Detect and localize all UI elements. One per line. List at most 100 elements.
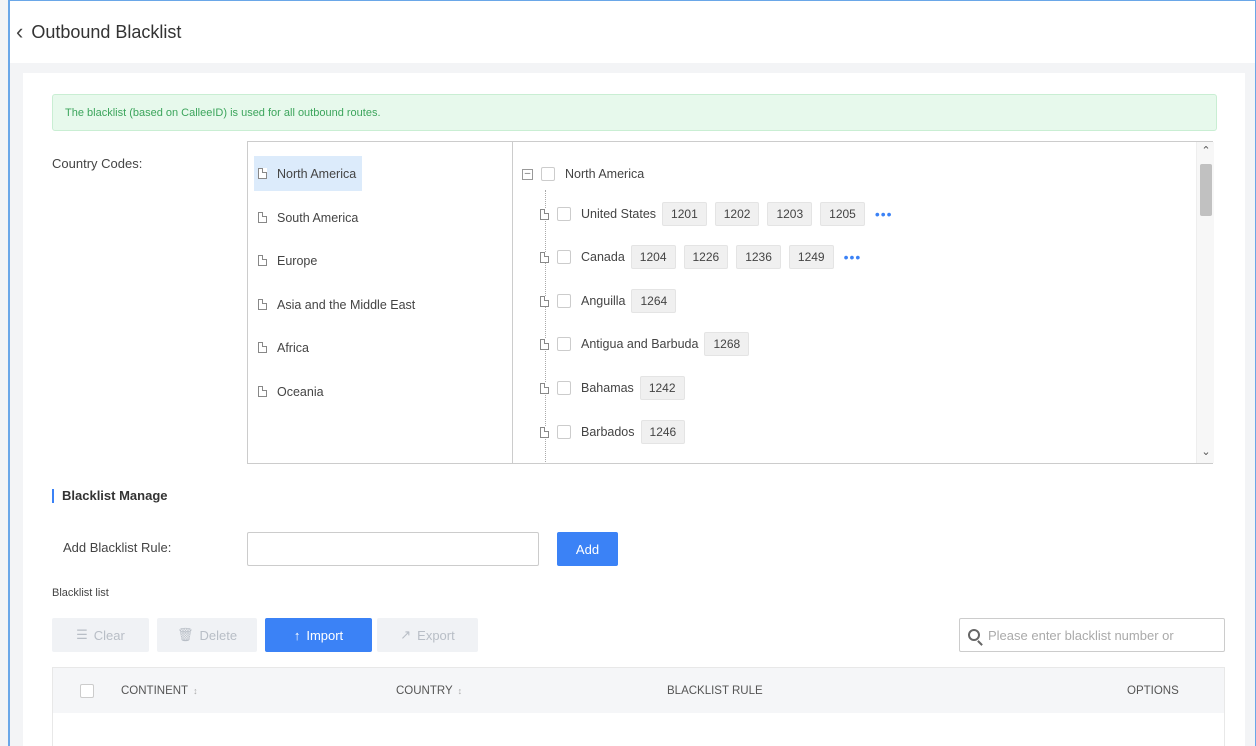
table-header: CONTINENT ↕ COUNTRY ↕ BLACKLIST RULE OPT…	[53, 668, 1224, 713]
column-label: BLACKLIST RULE	[667, 684, 763, 697]
clear-list-icon: ☰	[76, 627, 88, 642]
file-icon	[258, 386, 267, 397]
country-checkbox[interactable]	[557, 425, 571, 439]
header-select-all[interactable]	[80, 668, 104, 713]
country-name: United States	[581, 207, 657, 221]
country-row-united-states: United States 1201 1202 1203 1205 •••	[540, 200, 893, 228]
file-icon	[258, 255, 267, 266]
column-label: CONTINENT	[121, 684, 189, 697]
code-tag: 1204	[630, 245, 676, 269]
file-icon	[540, 251, 549, 263]
continent-label: North America	[277, 166, 357, 181]
search-input[interactable]	[988, 627, 1218, 643]
scroll-up-icon[interactable]: ⌃	[1197, 144, 1214, 160]
continent-label: South America	[277, 210, 359, 225]
add-button[interactable]: Add	[557, 532, 618, 566]
export-button[interactable]: ↗ Export	[377, 618, 478, 652]
delete-label: Delete	[199, 627, 238, 643]
country-name: Anguilla	[581, 294, 626, 308]
country-checkbox[interactable]	[557, 381, 571, 395]
column-continent[interactable]: CONTINENT ↕	[121, 668, 198, 713]
code-tag: 1249	[788, 245, 834, 269]
tree-scrollbar[interactable]: ⌃ ⌄	[1196, 142, 1214, 463]
root-checkbox[interactable]	[541, 167, 555, 181]
country-row-bahamas: Bahamas 1242	[540, 374, 693, 402]
info-notice: The blacklist (based on CalleeID) is use…	[52, 94, 1217, 131]
country-checkbox[interactable]	[557, 294, 571, 308]
outbound-blacklist-window: ‹ Outbound Blacklist The blacklist (base…	[8, 0, 1256, 746]
add-rule-label: Add Blacklist Rule:	[63, 540, 172, 555]
sort-icon[interactable]: ↕	[458, 686, 463, 696]
tree-root-north-america: – North America	[522, 164, 644, 184]
code-tag: 1268	[704, 332, 750, 356]
scroll-down-icon[interactable]: ⌄	[1197, 445, 1214, 461]
country-name: Bahamas	[581, 381, 634, 395]
file-icon	[258, 168, 267, 179]
continent-item-europe[interactable]: Europe	[254, 243, 323, 278]
column-country[interactable]: COUNTRY ↕	[396, 668, 462, 713]
collapse-icon[interactable]: –	[522, 168, 533, 180]
file-icon	[540, 426, 549, 438]
file-icon	[540, 382, 549, 394]
file-icon	[540, 338, 549, 350]
continent-label: Oceania	[277, 384, 324, 399]
code-tag: 1202	[714, 202, 760, 226]
country-tree: – North America United States 1201 1202 …	[514, 142, 1214, 463]
blacklist-table: CONTINENT ↕ COUNTRY ↕ BLACKLIST RULE OPT…	[52, 667, 1225, 746]
page-header: ‹ Outbound Blacklist	[10, 1, 1255, 63]
column-label: OPTIONS	[1127, 684, 1179, 697]
chevron-left-icon[interactable]: ‹	[16, 21, 23, 43]
continent-list: North America South America Europe Asia …	[248, 142, 513, 463]
continent-item-asia-middle-east[interactable]: Asia and the Middle East	[254, 287, 421, 322]
code-tag: 1236	[736, 245, 781, 269]
file-icon	[258, 299, 267, 310]
code-tag: 1201	[662, 202, 707, 226]
import-button[interactable]: ↑ Import	[265, 618, 372, 652]
sort-icon[interactable]: ↕	[193, 686, 198, 696]
more-codes-icon[interactable]: •••	[844, 250, 862, 264]
code-tag: 1246	[640, 420, 686, 444]
trash-icon: 🗑	[176, 627, 194, 642]
scroll-thumb[interactable]	[1200, 164, 1212, 216]
country-checkbox[interactable]	[557, 337, 571, 351]
country-code-selector: North America South America Europe Asia …	[247, 141, 1214, 464]
continent-item-north-america[interactable]: North America	[254, 156, 363, 191]
content-panel: The blacklist (based on CalleeID) is use…	[23, 73, 1245, 746]
tree-root-label: North America	[565, 167, 645, 181]
country-name: Antigua and Barbuda	[581, 337, 699, 351]
blacklist-list-caption: Blacklist list	[52, 587, 109, 599]
page-title: Outbound Blacklist	[31, 21, 182, 42]
continent-label: Asia and the Middle East	[277, 297, 416, 312]
file-icon	[540, 208, 549, 220]
country-codes-label: Country Codes:	[52, 156, 143, 171]
continent-item-africa[interactable]: Africa	[254, 330, 315, 365]
delete-button[interactable]: 🗑 Delete	[157, 618, 257, 652]
country-checkbox[interactable]	[557, 250, 571, 264]
export-icon: ↗	[400, 627, 412, 642]
continent-label: Africa	[277, 340, 309, 355]
continent-item-oceania[interactable]: Oceania	[254, 374, 330, 409]
blacklist-rule-input[interactable]	[247, 532, 539, 566]
file-icon	[258, 342, 267, 353]
import-label: Import	[306, 627, 344, 643]
select-all-checkbox[interactable]	[80, 683, 94, 698]
clear-button[interactable]: ☰ Clear	[52, 618, 149, 652]
file-icon	[540, 295, 549, 307]
code-tag: 1205	[820, 202, 865, 226]
country-name: Canada	[581, 250, 625, 264]
more-codes-icon[interactable]: •••	[875, 207, 893, 221]
country-row-antigua-and-barbuda: Antigua and Barbuda 1268	[540, 330, 757, 358]
blacklist-search[interactable]	[959, 618, 1225, 652]
blacklist-manage-heading: Blacklist Manage	[52, 489, 168, 503]
country-row-canada: Canada 1204 1226 1236 1249 •••	[540, 243, 861, 271]
country-row-anguilla: Anguilla 1264	[540, 287, 684, 315]
code-tag: 1242	[639, 376, 685, 400]
country-checkbox[interactable]	[557, 207, 571, 221]
code-tag: 1203	[767, 202, 813, 226]
clear-label: Clear	[93, 627, 125, 643]
continent-item-south-america[interactable]: South America	[254, 200, 364, 235]
column-label: COUNTRY	[396, 684, 453, 697]
country-name: Barbados	[581, 425, 635, 439]
column-blacklist-rule: BLACKLIST RULE	[667, 668, 763, 713]
column-options: OPTIONS	[1127, 668, 1179, 713]
